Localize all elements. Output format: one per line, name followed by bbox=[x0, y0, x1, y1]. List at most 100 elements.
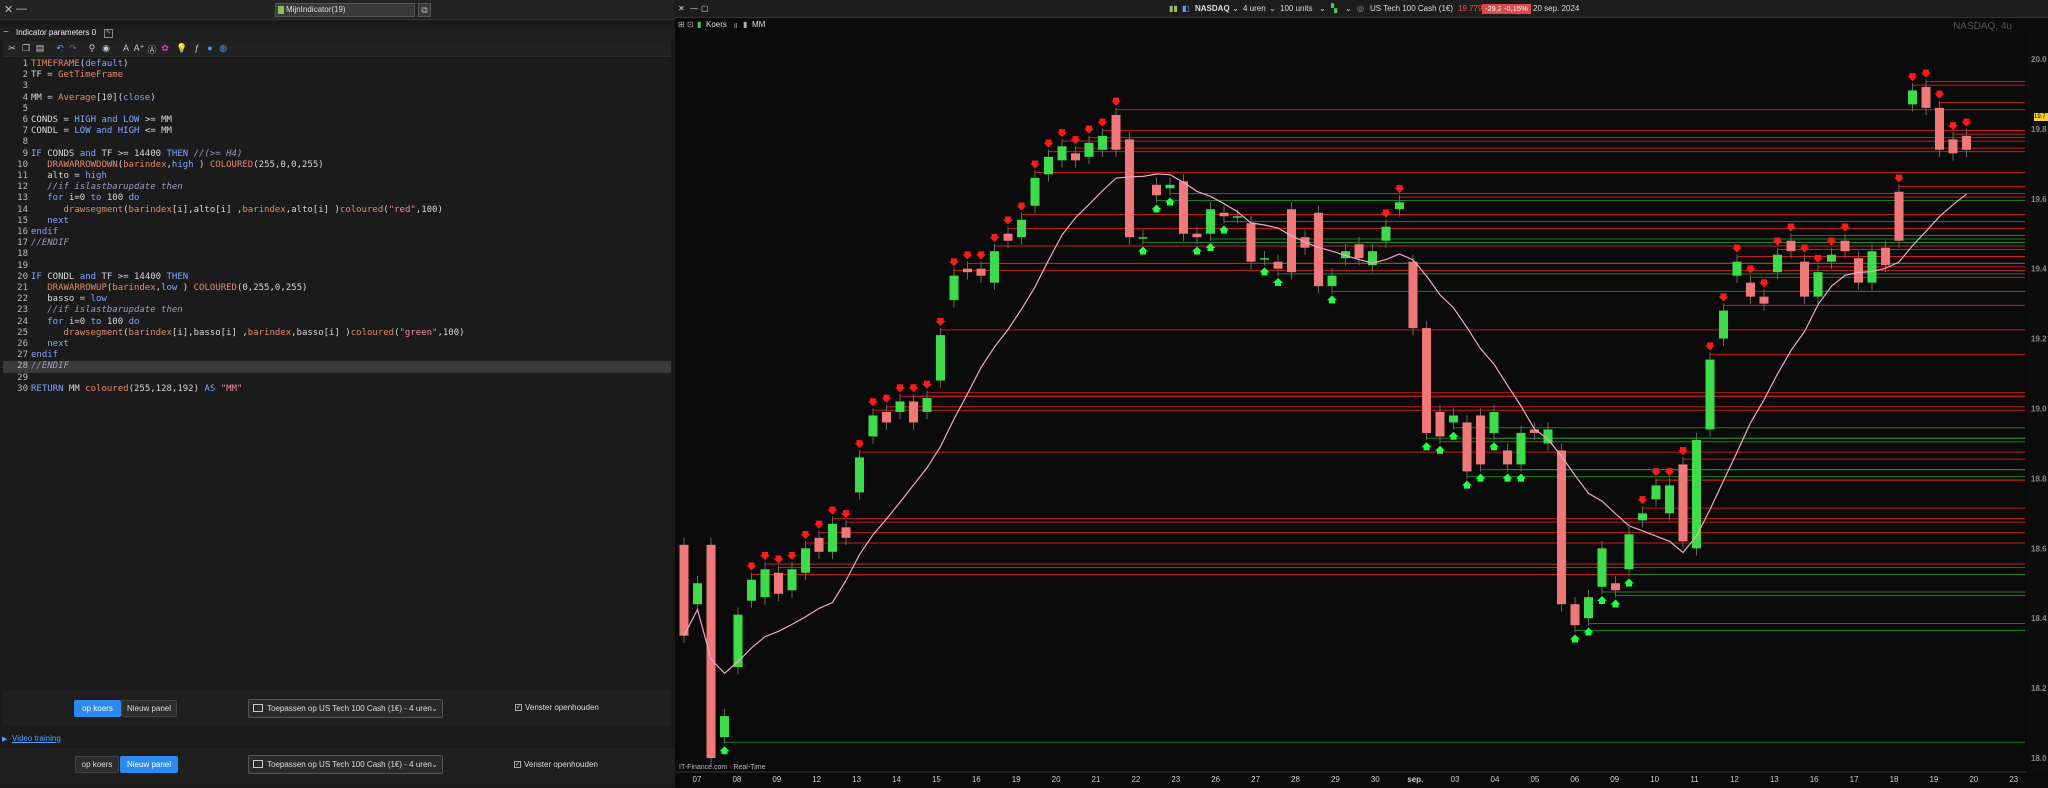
candle-body[interactable] bbox=[1476, 415, 1485, 465]
text-style-icon[interactable]: Ⓐ bbox=[146, 43, 158, 56]
help-icon[interactable]: ● bbox=[204, 43, 216, 53]
candle-body[interactable] bbox=[922, 398, 932, 412]
candle-body[interactable] bbox=[1435, 411, 1445, 437]
candle-body[interactable] bbox=[760, 569, 770, 598]
code-line[interactable]: 19 bbox=[3, 261, 671, 272]
candle-body[interactable] bbox=[1840, 240, 1850, 252]
candle-body[interactable] bbox=[1908, 90, 1917, 105]
candle-body[interactable] bbox=[1462, 422, 1472, 472]
candle-body[interactable] bbox=[1827, 254, 1836, 262]
parameters-settings-icon[interactable]: ✎ bbox=[104, 29, 113, 38]
code-line[interactable]: 21 DRAWARROWUP(barindex,low ) COLOURED(0… bbox=[3, 283, 671, 294]
units-chevron-icon[interactable]: ⌄ bbox=[1319, 4, 1326, 13]
candle-body[interactable] bbox=[693, 583, 702, 605]
candle-body[interactable] bbox=[1260, 258, 1269, 260]
candle-body[interactable] bbox=[1314, 212, 1323, 287]
candle-body[interactable] bbox=[1719, 310, 1728, 339]
layout-icon[interactable]: ⊞ bbox=[678, 20, 685, 29]
code-line[interactable]: 8 bbox=[3, 137, 671, 148]
candle-body[interactable] bbox=[1206, 209, 1215, 234]
candle-body[interactable] bbox=[855, 457, 864, 493]
export-icon[interactable]: ⊡ bbox=[687, 20, 694, 29]
nieuw-panel-button-secondary[interactable]: Nieuw panel bbox=[120, 756, 178, 773]
close-window-icon[interactable]: ✕ bbox=[4, 3, 13, 16]
candle-body[interactable] bbox=[1449, 415, 1458, 423]
candle-body[interactable] bbox=[1746, 282, 1755, 297]
candle-body[interactable] bbox=[1611, 583, 1620, 591]
lightbulb-icon[interactable]: 💡 bbox=[176, 43, 188, 54]
apply-to-dropdown-secondary[interactable]: Toepassen op US Tech 100 Cash (1€) - 4 u… bbox=[248, 755, 443, 774]
candle-body[interactable] bbox=[1624, 534, 1634, 570]
code-line[interactable]: 11 alto = high bbox=[3, 171, 671, 182]
minimize-chart-icon[interactable]: — bbox=[690, 4, 698, 13]
code-line[interactable]: 5 bbox=[3, 104, 671, 115]
candle-body[interactable] bbox=[909, 401, 918, 423]
maximize-chart-icon[interactable]: ▢ bbox=[701, 4, 709, 13]
cut-icon[interactable]: ✂ bbox=[6, 43, 18, 54]
candle-body[interactable] bbox=[1881, 247, 1890, 266]
candle-body[interactable] bbox=[868, 415, 878, 437]
code-line[interactable]: 20 IF CONDL and TF >= 14400 THEN bbox=[3, 272, 671, 283]
candle-body[interactable] bbox=[1867, 251, 1877, 283]
candle-body[interactable] bbox=[1557, 450, 1566, 605]
candle-body[interactable] bbox=[1233, 216, 1242, 218]
chart-type-chevron-icon[interactable]: ⌄ bbox=[1345, 4, 1352, 13]
code-line[interactable]: 26 next bbox=[3, 339, 671, 350]
font-size-icon[interactable]: A bbox=[120, 43, 132, 53]
close-chart-icon[interactable]: ✕ bbox=[678, 4, 685, 13]
candle-body[interactable] bbox=[1192, 233, 1202, 238]
candle-body[interactable] bbox=[936, 335, 945, 381]
code-line[interactable]: 14 drawsegment(barindex[i],alto[i] ,bari… bbox=[3, 205, 671, 216]
symbol-selector[interactable]: NASDAQ bbox=[1195, 4, 1230, 13]
paste-icon[interactable]: ▤ bbox=[34, 43, 46, 54]
candle-body[interactable] bbox=[1084, 142, 1094, 157]
code-line[interactable]: 3 bbox=[3, 81, 671, 92]
pause-icon[interactable]: ॥ bbox=[733, 20, 738, 31]
candle-body[interactable] bbox=[990, 251, 999, 283]
code-line[interactable]: 7 CONDL = LOW and HIGH <= MM bbox=[3, 126, 671, 137]
price-chart[interactable]: 20.0 19.8 19.6 19.4 19.2 19.0 18.8 18.6 18.4 18.2… bbox=[675, 0, 2048, 788]
candle-body[interactable] bbox=[1354, 244, 1364, 259]
candle-body[interactable] bbox=[1759, 296, 1769, 304]
candle-body[interactable] bbox=[1179, 181, 1188, 234]
candle-body[interactable] bbox=[814, 537, 824, 552]
keep-window-open-checkbox-secondary[interactable]: ✓ Venster openhouden bbox=[514, 760, 598, 769]
candle-body[interactable] bbox=[1584, 597, 1593, 619]
find-replace-icon[interactable]: ◉ bbox=[100, 43, 112, 54]
function-icon[interactable]: ƒ bbox=[191, 43, 203, 53]
candle-body[interactable] bbox=[747, 579, 756, 601]
code-line[interactable]: 1 TIMEFRAME(default) bbox=[3, 59, 671, 70]
candle-body[interactable] bbox=[1287, 209, 1296, 273]
candle-body[interactable] bbox=[1692, 439, 1701, 549]
undo-icon[interactable]: ↶ bbox=[54, 43, 66, 54]
code-line[interactable]: 29 bbox=[3, 373, 671, 384]
code-line[interactable]: 23 //if islastbarupdate then bbox=[3, 305, 671, 316]
candle-body[interactable] bbox=[801, 548, 810, 573]
candle-body[interactable] bbox=[1381, 226, 1391, 241]
candle-body[interactable] bbox=[1854, 258, 1863, 283]
candle-body[interactable] bbox=[1422, 328, 1431, 433]
candle-body[interactable] bbox=[720, 716, 729, 738]
code-line[interactable]: 16 endif bbox=[3, 227, 671, 238]
candle-body[interactable] bbox=[1773, 254, 1782, 273]
code-line[interactable]: 18 bbox=[3, 249, 671, 260]
candle-body[interactable] bbox=[1570, 604, 1580, 626]
candle-body[interactable] bbox=[1651, 485, 1661, 500]
chart-type-icon[interactable]: ▚ bbox=[1331, 4, 1337, 13]
candle-body[interactable] bbox=[1057, 146, 1067, 161]
code-line[interactable]: 25 drawsegment(barindex[i],basso[i] ,bar… bbox=[3, 328, 671, 339]
collapse-icon[interactable]: − bbox=[3, 27, 9, 38]
candle-body[interactable] bbox=[733, 614, 743, 668]
candle-body[interactable] bbox=[1813, 272, 1823, 297]
candle-body[interactable] bbox=[1246, 223, 1256, 262]
code-line[interactable]: 28//ENDIF bbox=[3, 361, 671, 373]
candle-body[interactable] bbox=[1408, 261, 1418, 329]
code-line[interactable]: 13 for i=0 to 100 do bbox=[3, 193, 671, 204]
candle-body[interactable] bbox=[1044, 156, 1053, 175]
candle-body[interactable] bbox=[774, 572, 783, 594]
candle-body[interactable] bbox=[1894, 191, 1904, 241]
candle-body[interactable] bbox=[1516, 432, 1526, 465]
candle-body[interactable] bbox=[963, 268, 972, 273]
code-line[interactable]: 2 TF = GetTimeFrame bbox=[3, 70, 671, 81]
op-koers-button-secondary[interactable]: op koers bbox=[75, 756, 119, 773]
